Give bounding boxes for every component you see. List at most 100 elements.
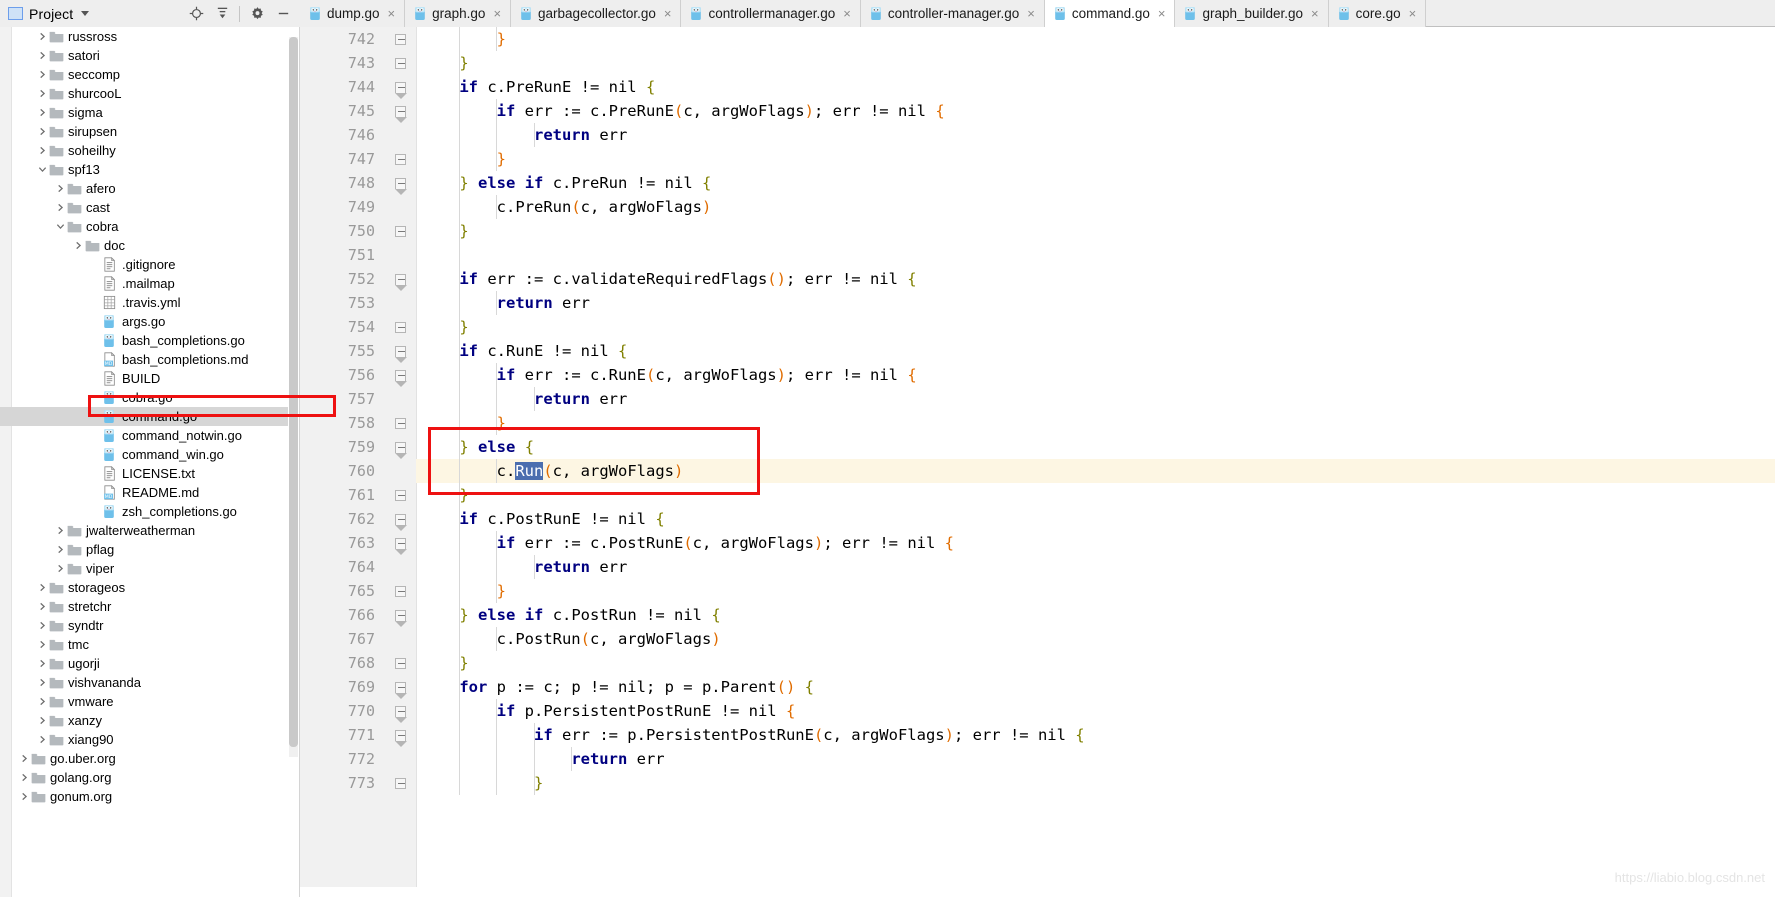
code-line[interactable]: 767 c.PostRun(c, argWoFlags) (300, 627, 1775, 651)
chevron-right-icon[interactable] (18, 768, 31, 787)
editor-tab-dump-go[interactable]: dump.go × (300, 0, 406, 27)
code-line[interactable]: 747 } (300, 147, 1775, 171)
code-line[interactable]: 758 } (300, 411, 1775, 435)
chevron-right-icon[interactable] (54, 179, 67, 198)
code-text[interactable]: } (416, 579, 506, 603)
tree-folder-syndtr[interactable]: syndtr (0, 616, 288, 635)
chevron-right-icon[interactable] (36, 692, 49, 711)
code-text[interactable]: if c.PostRunE != nil { (416, 507, 664, 531)
fold-expand-icon[interactable] (385, 699, 416, 723)
chevron-right-icon[interactable] (36, 730, 49, 749)
code-line[interactable]: 754 } (300, 315, 1775, 339)
hide-icon[interactable] (270, 2, 296, 26)
tree-folder-jwalterweatherman[interactable]: jwalterweatherman (0, 521, 288, 540)
code-text[interactable]: if err := c.PreRunE(c, argWoFlags); err … (416, 99, 945, 123)
fold-collapse-icon[interactable] (385, 147, 416, 171)
code-text[interactable]: c.Run(c, argWoFlags) (416, 459, 683, 483)
editor-tab-command-go[interactable]: command.go × (1044, 0, 1176, 27)
code-text[interactable]: } (416, 219, 468, 243)
chevron-right-icon[interactable] (36, 578, 49, 597)
fold-collapse-icon[interactable] (385, 51, 416, 75)
tree-file-command-go[interactable]: command.go (0, 407, 288, 426)
fold-collapse-icon[interactable] (385, 315, 416, 339)
fold-expand-icon[interactable] (385, 507, 416, 531)
fold-collapse-icon[interactable] (385, 771, 416, 795)
code-text[interactable]: } (416, 483, 468, 507)
code-line[interactable]: 770 if p.PersistentPostRunE != nil { (300, 699, 1775, 723)
fold-expand-icon[interactable] (385, 675, 416, 699)
chevron-right-icon[interactable] (54, 559, 67, 578)
code-line[interactable]: 743 } (300, 51, 1775, 75)
code-line[interactable]: 763 if err := c.PostRunE(c, argWoFlags);… (300, 531, 1775, 555)
fold-expand-icon[interactable] (385, 435, 416, 459)
code-text[interactable]: if c.PreRunE != nil { (416, 75, 655, 99)
project-tree[interactable]: russross satori seccomp shurcooL sigma sirups… (0, 27, 288, 806)
project-tree-panel[interactable]: russross satori seccomp shurcooL sigma sirups… (0, 27, 300, 897)
fold-expand-icon[interactable] (385, 531, 416, 555)
sidebar-scrollbar-thumb[interactable] (289, 37, 298, 747)
code-line[interactable]: 772 return err (300, 747, 1775, 771)
close-icon[interactable]: × (388, 7, 396, 20)
chevron-right-icon[interactable] (36, 711, 49, 730)
code-text[interactable]: return err (416, 123, 627, 147)
tree-file-bash-completions-go[interactable]: bash_completions.go (0, 331, 288, 350)
code-line[interactable]: 771 if err := p.PersistentPostRunE(c, ar… (300, 723, 1775, 747)
tree-file-bash-completions-md[interactable]: MD bash_completions.md (0, 350, 288, 369)
code-line[interactable]: 742 } (300, 27, 1775, 51)
code-line[interactable]: 757 return err (300, 387, 1775, 411)
code-text[interactable]: } else if c.PostRun != nil { (416, 603, 720, 627)
editor-tab-graph-go[interactable]: graph.go × (405, 0, 512, 27)
chevron-right-icon[interactable] (54, 540, 67, 559)
chevron-right-icon[interactable] (36, 141, 49, 160)
chevron-right-icon[interactable] (36, 103, 49, 122)
editor-tab-core-go[interactable]: core.go × (1328, 0, 1427, 27)
collapse-all-icon[interactable] (209, 2, 235, 26)
code-line[interactable]: 745 if err := c.PreRunE(c, argWoFlags); … (300, 99, 1775, 123)
tree-folder-cobra[interactable]: cobra (0, 217, 288, 236)
tree-file-readme-md[interactable]: MD README.md (0, 483, 288, 502)
tree-folder-xiang90[interactable]: xiang90 (0, 730, 288, 749)
tree-folder-go-uber-org[interactable]: go.uber.org (0, 749, 288, 768)
tree-folder-cast[interactable]: cast (0, 198, 288, 217)
locate-icon[interactable] (183, 2, 209, 26)
fold-expand-icon[interactable] (385, 99, 416, 123)
tree-folder-ugorji[interactable]: ugorji (0, 654, 288, 673)
code-line[interactable]: 750 } (300, 219, 1775, 243)
editor-tab-graph-builder-go[interactable]: graph_builder.go × (1175, 0, 1329, 27)
code-line[interactable]: 749 c.PreRun(c, argWoFlags) (300, 195, 1775, 219)
close-icon[interactable]: × (1409, 7, 1417, 20)
fold-collapse-icon[interactable] (385, 651, 416, 675)
code-text[interactable]: if c.RunE != nil { (416, 339, 627, 363)
tree-folder-satori[interactable]: satori (0, 46, 288, 65)
tree-folder-afero[interactable]: afero (0, 179, 288, 198)
fold-expand-icon[interactable] (385, 603, 416, 627)
chevron-right-icon[interactable] (36, 46, 49, 65)
code-text[interactable]: return err (416, 555, 627, 579)
tree-file-command-notwin-go[interactable]: command_notwin.go (0, 426, 288, 445)
code-line[interactable]: 759 } else { (300, 435, 1775, 459)
code-text[interactable]: return err (416, 291, 590, 315)
tree-folder-russross[interactable]: russross (0, 27, 288, 46)
fold-expand-icon[interactable] (385, 363, 416, 387)
code-line[interactable]: 761 } (300, 483, 1775, 507)
chevron-right-icon[interactable] (36, 122, 49, 141)
close-icon[interactable]: × (664, 7, 672, 20)
code-line[interactable]: 744 if c.PreRunE != nil { (300, 75, 1775, 99)
close-icon[interactable]: × (1158, 7, 1166, 20)
fold-expand-icon[interactable] (385, 723, 416, 747)
chevron-right-icon[interactable] (36, 673, 49, 692)
tree-file-zsh-completions-go[interactable]: zsh_completions.go (0, 502, 288, 521)
tree-folder-viper[interactable]: viper (0, 559, 288, 578)
fold-collapse-icon[interactable] (385, 579, 416, 603)
tree-folder-tmc[interactable]: tmc (0, 635, 288, 654)
code-line[interactable]: 768 } (300, 651, 1775, 675)
code-text[interactable]: } else { (416, 435, 534, 459)
code-line[interactable]: 752 if err := c.validateRequiredFlags();… (300, 267, 1775, 291)
code-text[interactable]: if err := c.RunE(c, argWoFlags); err != … (416, 363, 917, 387)
chevron-down-icon[interactable] (36, 160, 49, 179)
close-icon[interactable]: × (1311, 7, 1319, 20)
tree-folder-xanzy[interactable]: xanzy (0, 711, 288, 730)
tree-folder-storageos[interactable]: storageos (0, 578, 288, 597)
chevron-right-icon[interactable] (72, 236, 85, 255)
code-line[interactable]: 766 } else if c.PostRun != nil { (300, 603, 1775, 627)
